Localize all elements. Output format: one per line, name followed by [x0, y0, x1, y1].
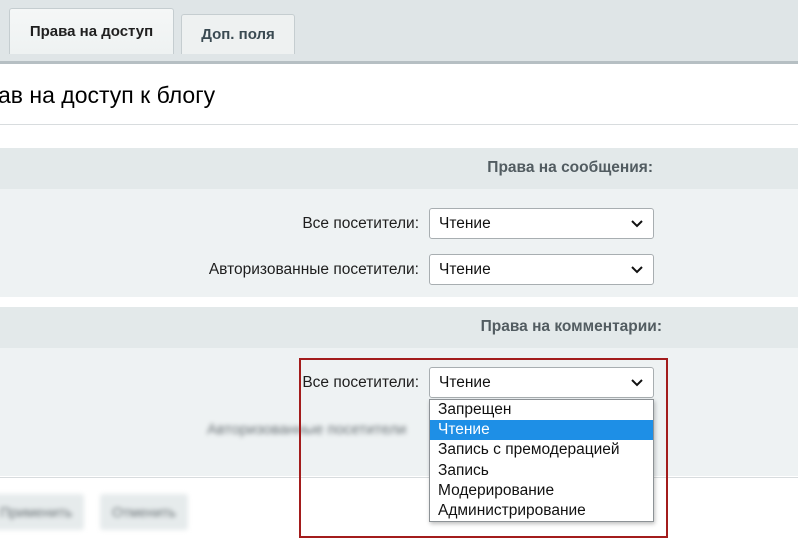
- posts-rights-title: Права на сообщения:: [487, 159, 653, 176]
- comments-rights-header: Права на комментарии:: [0, 307, 798, 348]
- comments-all-visitors-select[interactable]: Чтение: [429, 367, 654, 398]
- posts-rights-header: Права на сообщения:: [0, 148, 798, 189]
- option-moderation[interactable]: Модерирование: [430, 481, 653, 501]
- option-write-premoderation[interactable]: Запись с премодерацией: [430, 440, 653, 460]
- page-title: ав на доступ к блогу: [0, 82, 216, 108]
- comments-rights-body: [0, 348, 798, 476]
- apply-button[interactable]: Применить: [0, 494, 85, 530]
- option-read[interactable]: Чтение: [430, 420, 653, 441]
- comments-rights-title: Права на комментарии:: [480, 318, 662, 335]
- tab-access-rights[interactable]: Права на доступ: [9, 8, 174, 54]
- posts-all-visitors-select[interactable]: Чтение: [429, 208, 654, 239]
- comments-auth-visitors-label: Авторизованные посетители: [207, 421, 407, 438]
- comments-all-visitors-options: Запрещен Чтение Запись с премодерацией З…: [429, 399, 654, 522]
- posts-auth-visitors-label: Авторизованные посетители:: [208, 261, 419, 278]
- posts-all-visitors-label: Все посетители:: [302, 215, 419, 232]
- tab-extra-fields[interactable]: Доп. поля: [181, 14, 295, 54]
- chevron-down-icon: [631, 266, 643, 274]
- posts-auth-visitors-select[interactable]: Чтение: [429, 254, 654, 285]
- posts-rights-body: [0, 189, 798, 297]
- option-write[interactable]: Запись: [430, 461, 653, 481]
- option-forbidden[interactable]: Запрещен: [430, 400, 653, 420]
- tab-bar: Права на доступ Доп. поля: [0, 0, 798, 62]
- posts-all-visitors-value: Чтение: [439, 215, 491, 232]
- cancel-button[interactable]: Отменить: [100, 494, 188, 530]
- comments-all-visitors-label: Все посетители:: [302, 374, 419, 391]
- chevron-down-icon: [631, 220, 643, 228]
- option-administration[interactable]: Администрирование: [430, 501, 653, 521]
- comments-all-visitors-value: Чтение: [439, 374, 491, 391]
- chevron-down-icon: [631, 379, 643, 387]
- posts-auth-visitors-value: Чтение: [439, 261, 491, 278]
